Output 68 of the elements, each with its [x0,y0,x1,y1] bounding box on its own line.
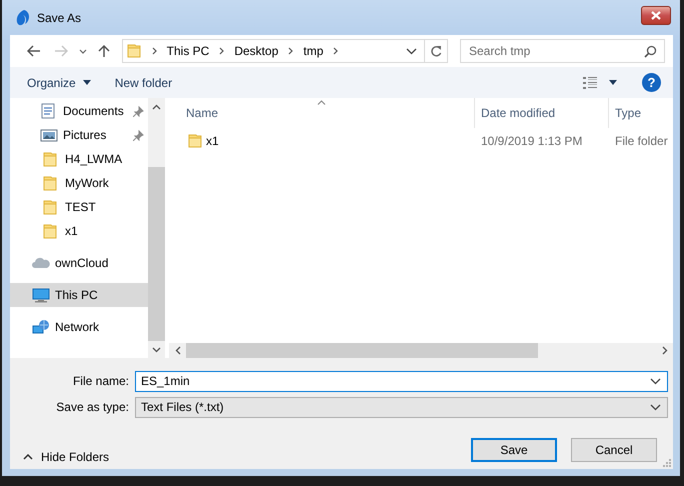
scrollbar-thumb[interactable] [186,343,538,358]
sidebar-item[interactable]: This PC [10,283,148,307]
chevron-up-icon [152,104,161,110]
chevron-down-icon [78,48,86,54]
dialog-button[interactable]: Save [471,438,557,462]
hide-folders-button[interactable]: Hide Folders [10,450,110,464]
folder-icon [187,133,203,149]
computer-icon [32,287,50,303]
sidebar-item[interactable]: ownCloud [10,251,148,275]
scrollbar-thumb[interactable] [148,167,165,341]
sort-ascending-icon [316,100,326,105]
folder-icon [126,43,142,59]
sidebar-item[interactable]: Documents [10,99,148,123]
chevron-up-icon [23,454,33,460]
dialog-button[interactable]: Cancel [571,438,657,462]
file-type-dropdown[interactable]: Text Files (*.txt) [135,396,668,418]
breadcrumb-item[interactable]: tmp [303,44,324,58]
field-label: Save as type: [55,400,130,414]
app-icon [15,8,29,26]
file-name: x1 [206,134,219,148]
sidebar-item[interactable]: TEST [10,195,148,219]
field-label: File name: [72,374,130,388]
chevron-right-icon [662,346,668,355]
chevron-left-icon [174,346,180,355]
chevron-right-icon [288,47,294,55]
chevron-right-icon [219,47,224,55]
file-name-field[interactable]: ES_1min [135,370,668,392]
vertical-scrollbar[interactable] [148,98,165,358]
chevron-right-icon [152,47,157,55]
file-row[interactable]: x1 10/9/2019 1:13 PM File folder [167,130,673,152]
horizontal-scrollbar[interactable] [169,343,673,358]
chevron-down-icon [650,404,661,410]
sidebar-item[interactable]: Network [10,315,148,339]
close-button[interactable] [641,6,671,25]
address-bar[interactable]: This PC Desktop tmp [122,39,448,63]
sidebar-item[interactable]: H4_LWMA [10,147,148,171]
breadcrumb-item[interactable]: Desktop [234,44,278,58]
refresh-icon [430,44,442,58]
search-field[interactable]: Search tmp [460,39,665,63]
column-header[interactable]: Date modified [475,98,609,128]
chevron-right-icon [333,47,338,55]
date-modified: 10/9/2019 1:13 PM [480,134,584,148]
column-header[interactable]: Type [609,98,673,128]
breadcrumb-item[interactable]: This PC [166,44,210,58]
help-button[interactable]: ? [642,73,661,92]
network-icon [32,319,50,335]
organize-menu[interactable]: Organize [20,70,98,94]
arrow-left-icon [26,45,41,57]
search-icon [644,45,657,58]
cloud-icon [32,255,50,271]
window-title: Save As [37,10,82,24]
chevron-down-icon [406,48,418,54]
arrow-right-icon [54,45,68,57]
close-icon [651,11,661,20]
new-folder-button[interactable]: New folder [108,70,180,94]
caret-icon [609,80,617,85]
sidebar-item[interactable]: MyWork [10,171,148,195]
sidebar-item[interactable]: x1 [10,219,148,243]
column-header[interactable]: Name [167,98,475,128]
resize-grip-icon [663,459,671,467]
details-view-icon [583,76,597,88]
sidebar-item[interactable]: Pictures [10,123,148,147]
chevron-down-icon [152,346,161,352]
file-type: File folder [614,134,669,148]
caret-icon [82,80,91,85]
arrow-up-icon [98,44,110,58]
chevron-down-icon [650,378,661,384]
picture-icon [40,127,58,143]
